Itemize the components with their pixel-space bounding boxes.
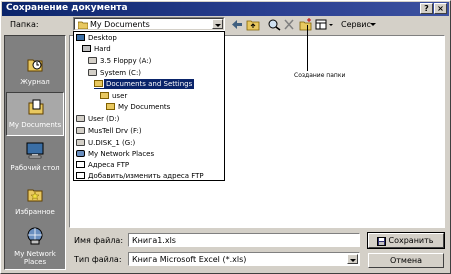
back-icon[interactable] <box>230 18 244 31</box>
network-places-icon <box>27 227 43 245</box>
filename-label: Имя файла: <box>74 236 124 245</box>
dropdown-item[interactable]: Desktop <box>76 33 119 43</box>
views-icon[interactable] <box>315 18 337 31</box>
floppy-icon <box>88 57 97 64</box>
drive-icon <box>76 139 85 146</box>
filetype-label: Тип файла: <box>74 255 122 264</box>
network-icon <box>76 150 85 157</box>
dropdown-item[interactable]: 3.5 Floppy (A:) <box>88 56 153 66</box>
folder-icon <box>100 92 109 99</box>
folder-icon <box>78 21 88 29</box>
dropdown-item[interactable]: Добавить/изменить адреса FTP <box>76 171 206 181</box>
drive-icon <box>76 115 85 122</box>
dropdown-item[interactable]: Адреса FTP <box>76 160 131 170</box>
place-my-documents[interactable]: My Documents <box>6 92 64 136</box>
lookin-dropdown: Desktop Hard 3.5 Floppy (A:) System (C:)… <box>73 31 225 181</box>
my-documents-icon <box>28 99 44 115</box>
dropdown-item[interactable]: MusTell Drv (F:) <box>76 126 144 136</box>
place-network[interactable]: My Network Places <box>6 222 64 266</box>
place-history[interactable]: Журнал <box>6 50 64 94</box>
search-web-icon[interactable] <box>267 18 281 31</box>
annotation-label: Создание папки <box>294 72 346 79</box>
save-button[interactable]: Сохранить <box>367 232 445 249</box>
cancel-button[interactable]: Отмена <box>368 253 444 268</box>
lookin-label: Папка: <box>10 20 39 29</box>
dropdown-item[interactable]: System (C:) <box>88 68 143 78</box>
filename-value: Книга1.xls <box>132 236 176 245</box>
dropdown-item[interactable]: User (D:) <box>76 114 121 124</box>
window-title: Сохранение документа <box>6 3 128 13</box>
favorites-icon <box>27 189 43 202</box>
place-label: My Network Places <box>14 250 56 266</box>
computer-icon <box>82 45 91 52</box>
filetype-select[interactable]: Книга Microsoft Excel (*.xls) <box>128 252 360 266</box>
tools-menu[interactable]: Сервис <box>341 20 371 29</box>
dropdown-item[interactable]: Hard <box>82 44 113 54</box>
place-desktop[interactable]: Рабочий стол <box>6 136 64 180</box>
title-bar: Сохранение документа ? × <box>2 2 449 16</box>
save-dialog: Сохранение документа ? × Папка: My Docum… <box>0 0 451 274</box>
history-icon <box>27 59 43 72</box>
place-favorites[interactable]: Избранное <box>6 180 64 224</box>
close-button[interactable]: × <box>434 3 447 14</box>
dropdown-item-selected[interactable]: Documents and Settings <box>93 79 195 89</box>
filetype-value: Книга Microsoft Excel (*.xls) <box>132 255 247 264</box>
dropdown-item[interactable]: My Network Places <box>76 149 156 159</box>
new-folder-icon[interactable] <box>299 18 313 31</box>
dropdown-item[interactable]: My Documents <box>106 102 172 112</box>
folder-icon <box>93 79 104 88</box>
desktop-icon <box>76 34 85 41</box>
desktop-icon <box>26 142 44 159</box>
chevron-down-icon[interactable] <box>347 254 358 264</box>
dropdown-item[interactable]: U.DISK_1 (G:) <box>76 138 137 148</box>
save-label: Сохранить <box>388 236 434 245</box>
ftp-icon <box>76 161 85 168</box>
lookin-combo[interactable]: My Documents <box>73 17 225 31</box>
place-label: My Documents <box>8 121 62 129</box>
lookin-value: My Documents <box>90 20 150 29</box>
up-folder-icon[interactable] <box>246 18 260 31</box>
help-button[interactable]: ? <box>420 3 433 14</box>
drive-icon <box>76 127 85 134</box>
chevron-down-icon[interactable] <box>212 19 223 29</box>
filename-input[interactable]: Книга1.xls <box>128 233 360 247</box>
folder-icon <box>106 103 115 110</box>
ftp-icon <box>76 172 85 179</box>
place-label: Избранное <box>15 208 55 216</box>
places-bar: Журнал My Documents Рабочий стол Избранн… <box>4 35 66 270</box>
place-label: Рабочий стол <box>10 164 60 172</box>
tools-chevron-icon <box>370 23 376 26</box>
place-label: Журнал <box>20 78 50 86</box>
annotation-line <box>307 25 308 71</box>
save-icon <box>377 237 386 246</box>
drive-icon <box>88 69 97 76</box>
dropdown-item[interactable]: user <box>100 91 129 101</box>
delete-icon[interactable] <box>282 18 296 31</box>
